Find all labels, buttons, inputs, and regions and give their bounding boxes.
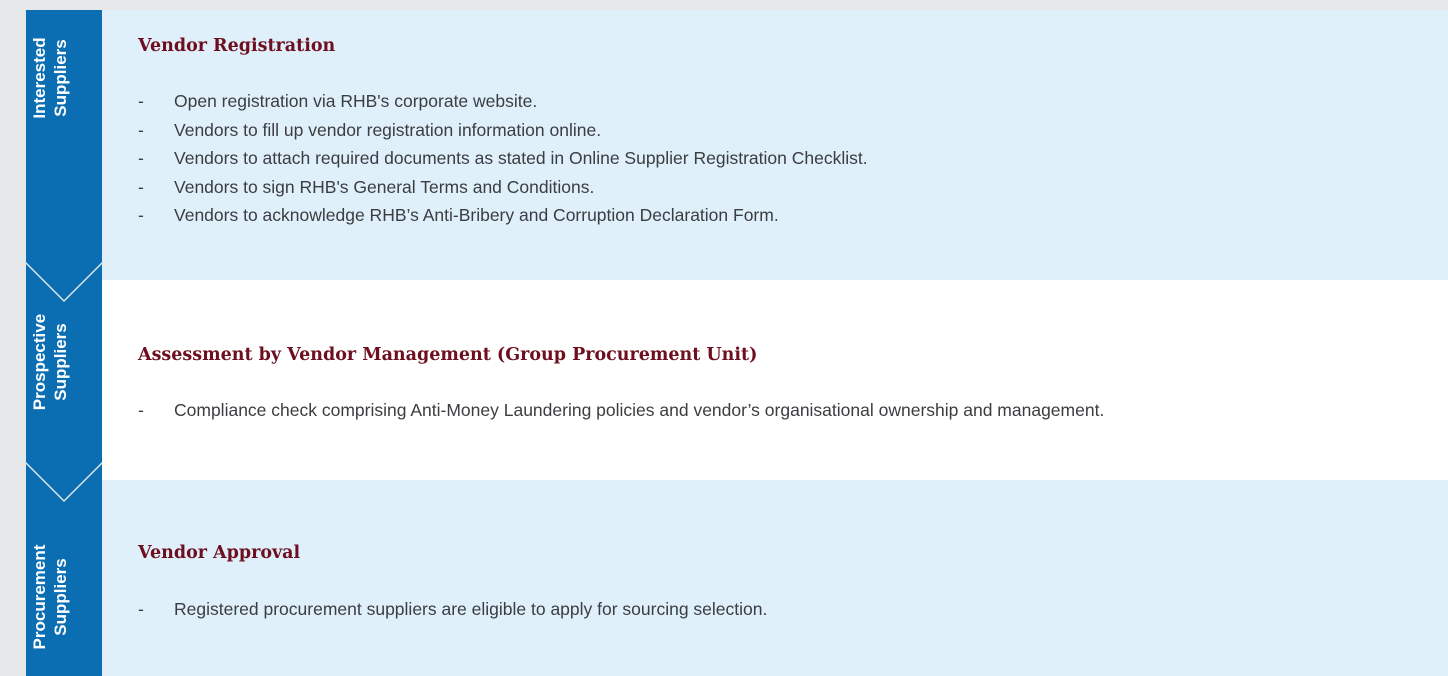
stage-label-line1: Procurement [30, 544, 49, 650]
section-band-assessment [102, 280, 1448, 480]
list-item: - Vendors to fill up vendor registration … [138, 116, 868, 145]
registration-item-list: - Open registration via RHB's corporate w… [138, 87, 868, 230]
approval-item-list: - Registered procurement suppliers are el… [138, 595, 767, 624]
section-heading-assessment: Assessment by Vendor Management (Group P… [138, 345, 758, 365]
list-item: - Vendors to sign RHB's General Terms and… [138, 173, 868, 202]
list-item: - Open registration via RHB's corporate w… [138, 87, 868, 116]
list-item-text: Vendors to fill up vendor registration i… [174, 119, 602, 140]
list-item: - Vendors to acknowledge RHB’s Anti-Bribe… [138, 201, 868, 230]
list-item-text: Vendors to sign RHB's General Terms and … [174, 176, 595, 197]
list-item-text: Vendors to acknowledge RHB’s Anti-Briber… [174, 205, 779, 225]
bullet-dash: - [138, 148, 144, 168]
stage-label-line1: Interested [30, 37, 49, 119]
bullet-dash: - [138, 205, 144, 225]
stage-label-line2: Suppliers [51, 558, 70, 636]
section-band-approval [102, 480, 1448, 676]
list-item: - Registered procurement suppliers are el… [138, 595, 767, 624]
assessment-item-list: - Compliance check comprising Anti-Money … [138, 396, 1104, 425]
bullet-dash: - [138, 91, 144, 111]
list-item: - Compliance check comprising Anti-Money … [138, 396, 1104, 425]
bullet-dash: - [138, 176, 144, 197]
stage-label-line2: Suppliers [51, 323, 70, 401]
section-heading-registration: Vendor Registration [138, 36, 336, 56]
bullet-dash: - [138, 400, 144, 420]
bullet-dash: - [138, 599, 144, 619]
bullet-dash: - [138, 119, 144, 140]
stage-label-line2: Suppliers [51, 39, 70, 117]
stage-label-line1: Prospective [30, 313, 49, 411]
list-item-text: Registered procurement suppliers are eli… [174, 599, 768, 619]
list-item-text: Vendors to attach required documents as … [174, 148, 868, 168]
list-item-text: Open registration via RHB's corporate we… [174, 91, 538, 111]
section-heading-approval: Vendor Approval [138, 543, 301, 563]
list-item-text: Compliance check comprising Anti-Money L… [174, 400, 1105, 420]
list-item: - Vendors to attach required documents as… [138, 144, 868, 173]
